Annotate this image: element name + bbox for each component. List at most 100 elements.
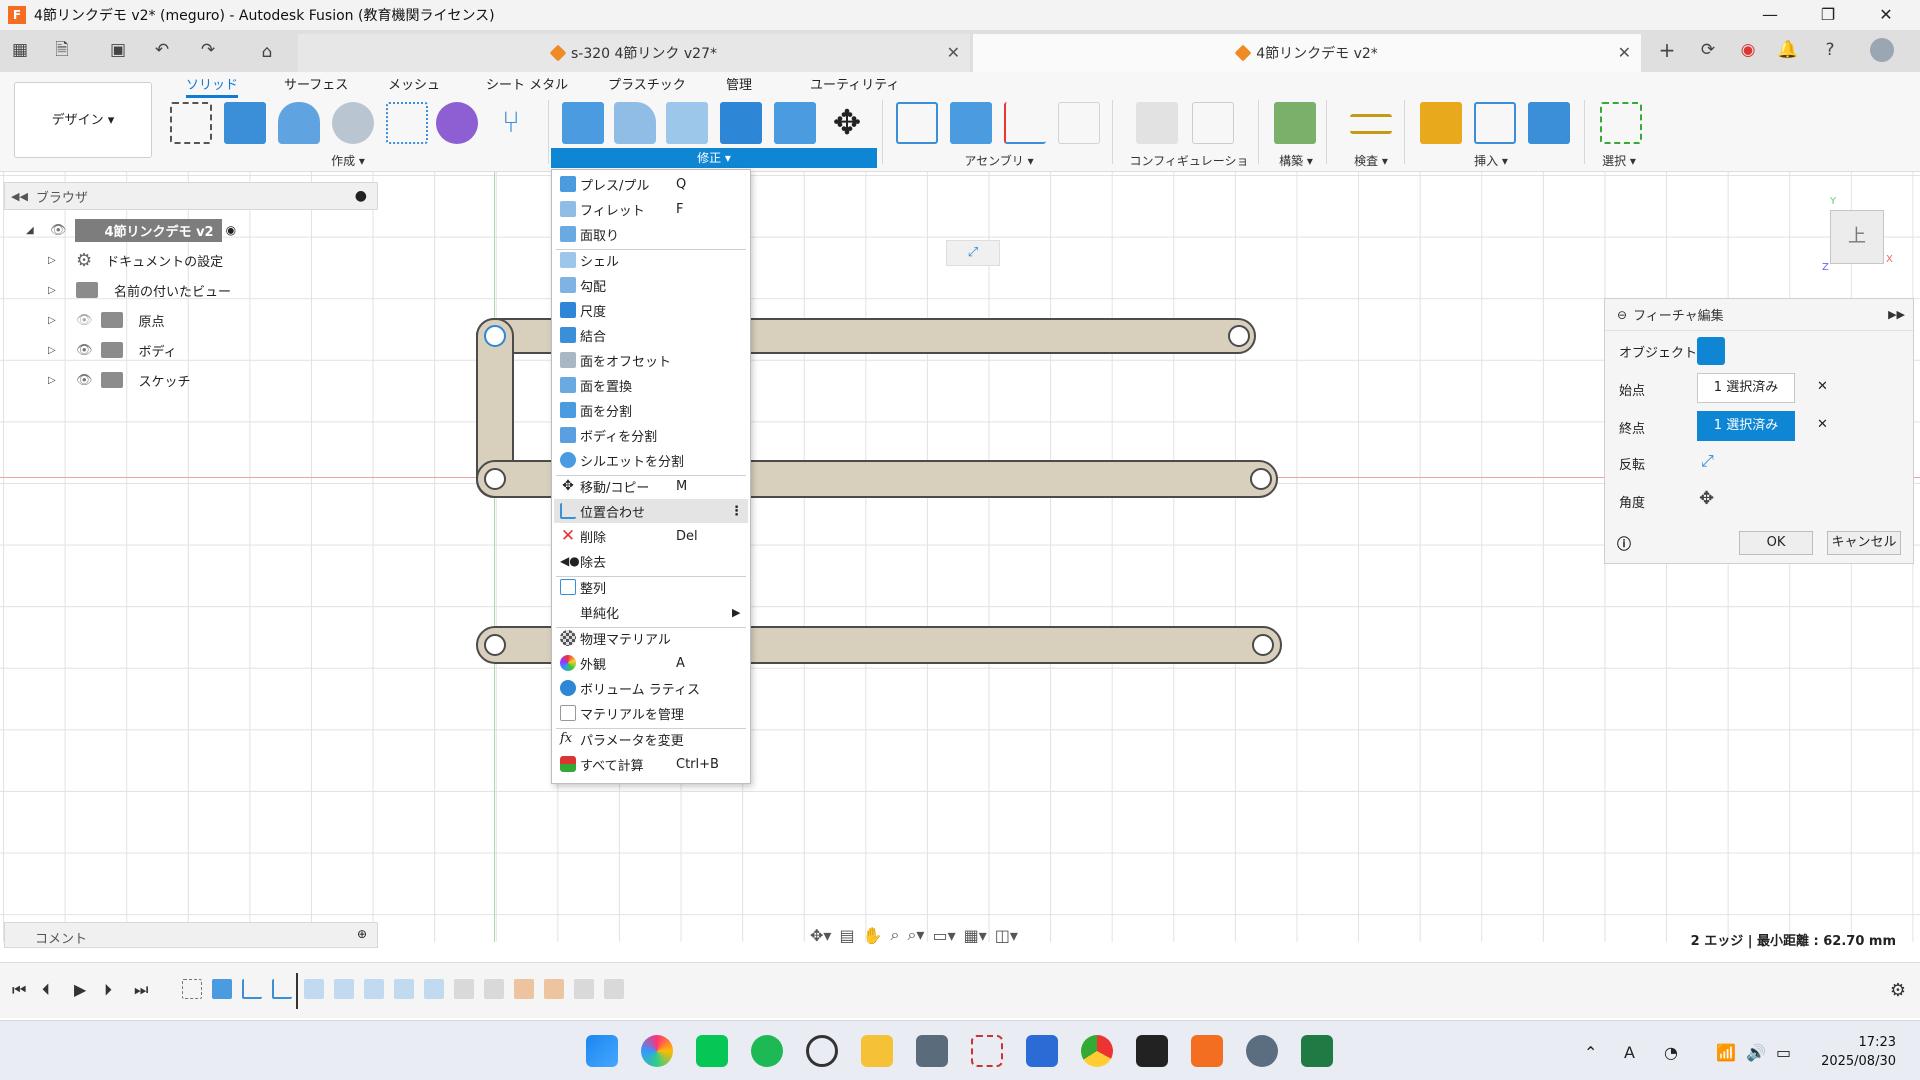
pin-joint[interactable] xyxy=(484,325,506,347)
panel-toggle-icon[interactable]: ● xyxy=(355,188,367,204)
menu-item-offset-face[interactable]: 面をオフセット xyxy=(554,348,748,372)
insert-group-label[interactable]: 挿入 ▾ xyxy=(1466,152,1516,169)
press-pull-icon[interactable] xyxy=(562,102,604,144)
activate-radio-icon[interactable]: ◉ xyxy=(226,223,236,237)
menu-item-split-silhouette[interactable]: シルエットを分割 xyxy=(554,448,748,472)
help-icon[interactable]: ? xyxy=(1818,38,1842,62)
snipping-tool-icon[interactable] xyxy=(971,1035,1003,1067)
timeline-sketch-icon[interactable] xyxy=(182,979,202,999)
avatar[interactable] xyxy=(1870,38,1894,62)
tree-item-named-views[interactable]: ▷ 名前の付いたビュー xyxy=(48,277,231,303)
more-options-icon[interactable]: ⋮ xyxy=(730,504,743,519)
bell-icon[interactable]: 🔔 xyxy=(1776,38,1800,62)
look-at-icon[interactable]: ▤ xyxy=(839,926,854,945)
tab-solid[interactable]: ソリッド xyxy=(186,74,239,98)
tab-utility[interactable]: ユーティリティ xyxy=(810,74,899,93)
excel-icon[interactable] xyxy=(1301,1035,1333,1067)
chrome-icon[interactable] xyxy=(1081,1035,1113,1067)
redo-icon[interactable]: ↷ xyxy=(196,38,220,62)
create-sketch-icon[interactable] xyxy=(170,102,212,144)
menu-item-combine[interactable]: 結合 xyxy=(554,323,748,347)
menu-item-change-parameters[interactable]: fx パラメータを変更 xyxy=(554,727,748,751)
rotate-icon[interactable]: ✥ xyxy=(1699,488,1714,509)
menu-item-delete[interactable]: ✕ 削除 Del xyxy=(554,524,748,548)
menu-item-split-face[interactable]: 面を分割 xyxy=(554,398,748,422)
file-icon[interactable]: 🗎 xyxy=(50,38,74,62)
configure-icon[interactable] xyxy=(1136,102,1178,144)
eye-icon[interactable]: 👁 xyxy=(76,343,93,358)
as-built-joint-icon[interactable] xyxy=(1004,102,1046,144)
volume-icon[interactable]: 🔊 xyxy=(1746,1043,1766,1062)
tray-overflow-icon[interactable]: ⌃ xyxy=(1584,1043,1597,1062)
end-point-select-button[interactable]: 1 選択済み xyxy=(1697,411,1795,441)
workspace-switcher[interactable]: デザイン ▾ xyxy=(14,82,152,158)
modify-group-label[interactable]: 修正 ▾ xyxy=(551,148,877,168)
tree-item-origin[interactable]: ▷ 👁 原点 xyxy=(48,307,165,333)
pin-joint[interactable] xyxy=(1250,468,1272,490)
start-point-select-button[interactable]: 1 選択済み xyxy=(1697,373,1795,403)
timeline-suppressed-icon[interactable] xyxy=(334,979,354,999)
grid-menu-icon[interactable]: ▦ xyxy=(8,38,32,62)
select-box-icon[interactable] xyxy=(1600,102,1642,144)
file-explorer-icon[interactable] xyxy=(861,1035,893,1067)
start-icon[interactable] xyxy=(586,1035,618,1067)
menu-item-draft[interactable]: 勾配 xyxy=(554,273,748,297)
timeline-suppressed-icon[interactable] xyxy=(364,979,384,999)
pin-joint[interactable] xyxy=(484,634,506,656)
extrude-icon[interactable] xyxy=(224,102,266,144)
canvas-icon[interactable] xyxy=(1528,102,1570,144)
expand-dialog-icon[interactable]: ▶▶ xyxy=(1888,308,1905,321)
browser-panel-header[interactable]: ◀◀ ブラウザ ● xyxy=(4,182,378,210)
settings-icon[interactable] xyxy=(1246,1035,1278,1067)
offset-plane-icon[interactable] xyxy=(1274,102,1316,144)
expand-icon[interactable]: ◢ xyxy=(26,225,38,236)
timeline-marker[interactable] xyxy=(296,973,298,1009)
comment-panel[interactable]: コメント ⊕ xyxy=(4,922,378,948)
expand-icon[interactable]: ▷ xyxy=(48,345,60,356)
zoom-icon[interactable]: ⌕ xyxy=(890,925,899,945)
viewcube[interactable]: 上 xyxy=(1830,210,1884,264)
flip-widget-icon[interactable]: ⤢ xyxy=(946,240,1000,266)
select-group-label[interactable]: 選択 ▾ xyxy=(1596,152,1642,169)
tab-surface[interactable]: サーフェス xyxy=(284,74,348,93)
menu-item-replace-face[interactable]: 面を置換 xyxy=(554,373,748,397)
pin-joint[interactable] xyxy=(484,468,506,490)
menu-item-physical-material[interactable]: 物理マテリアル xyxy=(554,626,748,650)
focus-icon[interactable]: ◔ xyxy=(1664,1043,1678,1062)
system-clock[interactable]: 17:23 2025/08/30 xyxy=(1821,1033,1896,1071)
menu-item-compute-all[interactable]: すべて計算 Ctrl+B xyxy=(554,752,748,776)
mirror-icon[interactable]: ⑂ xyxy=(490,102,532,144)
battery-icon[interactable]: ▭ xyxy=(1776,1043,1791,1062)
menu-item-shell[interactable]: シェル xyxy=(554,248,748,272)
wifi-icon[interactable]: 📶 xyxy=(1716,1043,1736,1062)
eye-hidden-icon[interactable]: 👁 xyxy=(76,313,93,328)
menu-item-manage-materials[interactable]: マテリアルを管理 xyxy=(554,701,748,725)
config-table-icon[interactable] xyxy=(1192,102,1234,144)
revolve-icon[interactable] xyxy=(278,102,320,144)
menu-item-fillet[interactable]: フィレット F xyxy=(554,197,748,221)
joint-icon[interactable] xyxy=(950,102,992,144)
close-tab-icon[interactable]: ✕ xyxy=(947,43,960,62)
clear-start-icon[interactable]: ✕ xyxy=(1817,379,1828,394)
menu-item-press-pull[interactable]: プレス/プル Q xyxy=(554,172,748,196)
hole-icon[interactable] xyxy=(332,102,374,144)
tab-mesh[interactable]: メッシュ xyxy=(388,74,440,93)
tree-item-sketches[interactable]: ▷ 👁 スケッチ xyxy=(48,367,191,393)
insert-svg-icon[interactable] xyxy=(1420,102,1462,144)
menu-item-simplify[interactable]: 単純化 ▶ xyxy=(554,600,748,624)
timeline-suppressed-icon[interactable] xyxy=(424,979,444,999)
menu-item-split-body[interactable]: ボディを分割 xyxy=(554,423,748,447)
menu-item-volume-lattice[interactable]: ボリューム ラティス xyxy=(554,676,748,700)
timeline-extrude-icon[interactable] xyxy=(212,979,232,999)
tab-manage[interactable]: 管理 xyxy=(726,74,752,93)
offset-face-icon[interactable] xyxy=(774,102,816,144)
copilot-icon[interactable] xyxy=(641,1035,673,1067)
pan-icon[interactable]: ✋ xyxy=(863,926,883,945)
menu-item-align[interactable]: 位置合わせ ⋮ xyxy=(554,499,748,523)
pin-joint[interactable] xyxy=(1252,634,1274,656)
menu-item-appearance[interactable]: 外観 A xyxy=(554,651,748,675)
menu-item-scale[interactable]: 尺度 xyxy=(554,298,748,322)
menu-item-chamfer[interactable]: 面取り xyxy=(554,222,748,246)
timeline-suppressed-icon[interactable] xyxy=(514,979,534,999)
step-back-icon[interactable]: ⏴ xyxy=(42,980,50,1000)
